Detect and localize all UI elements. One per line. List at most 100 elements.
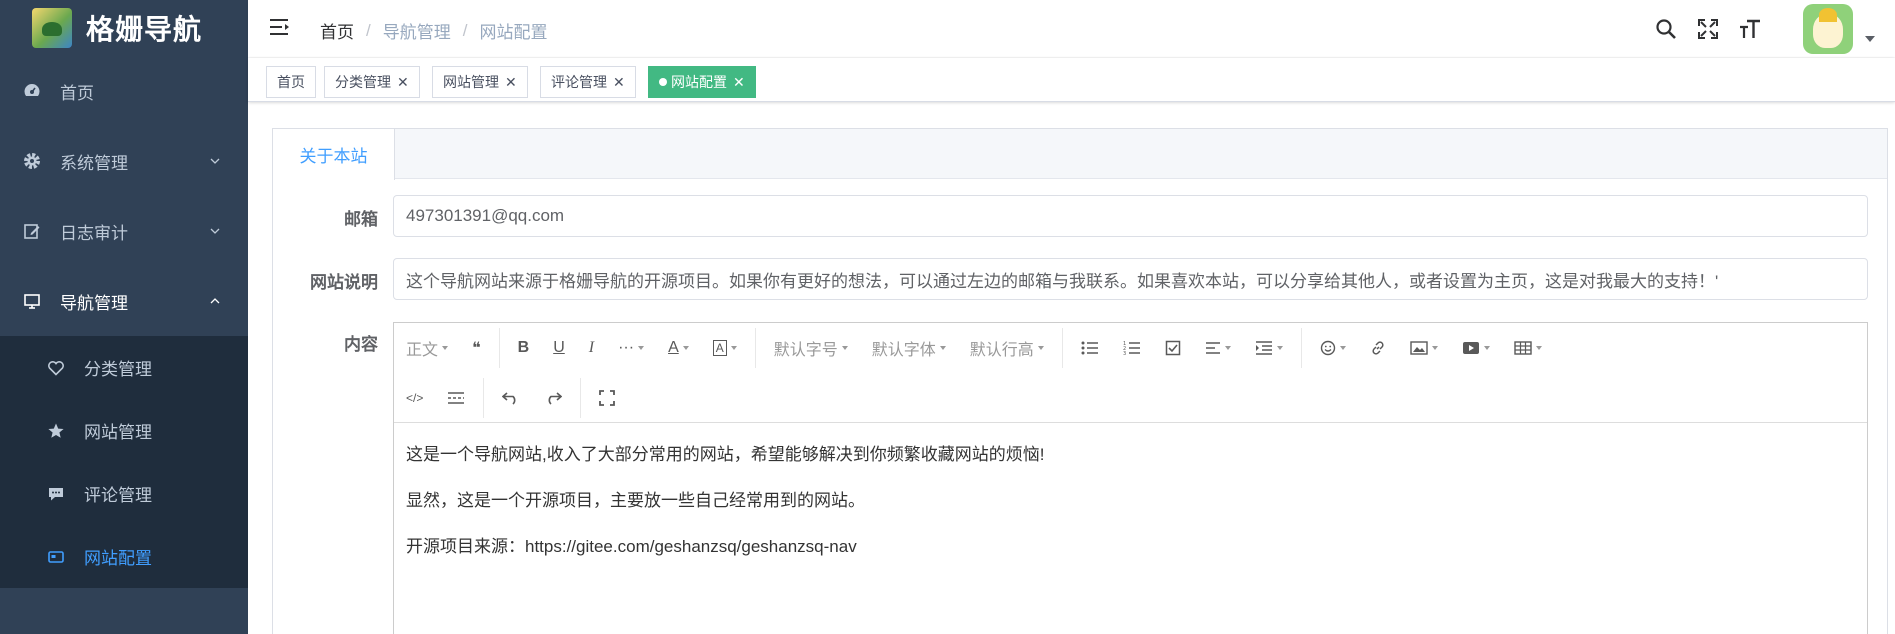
chevron-up-icon [210, 298, 220, 304]
italic-icon[interactable]: I [577, 323, 606, 373]
fullscreen-icon[interactable] [587, 373, 627, 423]
toolbar-row: 正文 ❝ B U I ··· A A 默认字号 默认字体 默认行高 123 [394, 323, 1554, 373]
editor-content[interactable]: 这是一个导航网站,收入了大部分常用的网站，希望能够解决到你频繁收藏网站的烦恼! … [394, 423, 1867, 601]
search-icon[interactable] [1653, 16, 1679, 42]
font-family-select[interactable]: 默认字体 [860, 323, 958, 373]
editor-toolbar: 正文 ❝ B U I ··· A A 默认字号 默认字体 默认行高 123 </… [394, 323, 1867, 423]
content-label: 内容 [344, 335, 378, 354]
active-dot-icon [659, 78, 667, 86]
font-size-icon[interactable] [1737, 16, 1763, 42]
breadcrumb-separator: / [366, 20, 371, 40]
dashboard-icon [22, 81, 42, 101]
font-family-label: 默认字体 [871, 342, 936, 359]
email-label: 邮箱 [344, 210, 378, 229]
logo-image [32, 8, 72, 48]
tag-site[interactable]: 网站管理 ✕ [432, 66, 528, 98]
email-field[interactable]: 497301391@qq.com [393, 195, 1868, 237]
sidebar-item-label: 系统管理 [60, 153, 128, 173]
more-icon[interactable]: ··· [606, 323, 656, 373]
desc-label: 网站说明 [310, 273, 378, 292]
breadcrumb-item: 导航管理 [382, 23, 451, 42]
tag-home[interactable]: 首页 [266, 66, 316, 98]
emoji-icon[interactable] [1308, 323, 1358, 373]
sidebar-item-label: 评论管理 [84, 486, 152, 505]
bullet-list-icon[interactable] [1069, 323, 1111, 373]
fullscreen-icon[interactable] [1695, 16, 1721, 42]
sidebar-item-site-config[interactable]: 网站配置 [0, 525, 248, 588]
close-icon[interactable]: ✕ [397, 74, 409, 91]
image-icon[interactable] [1398, 323, 1450, 373]
caret-down-icon[interactable] [1865, 35, 1875, 42]
logo[interactable]: 格姗导航 [0, 0, 248, 56]
undo-icon[interactable] [490, 373, 532, 423]
quote-icon[interactable]: ❝ [460, 323, 493, 373]
tag-label: 网站配置 [671, 74, 727, 90]
monitor-icon [22, 291, 42, 311]
sidebar-item-label: 日志审计 [60, 223, 128, 243]
star-icon [46, 421, 66, 441]
right-menu [1653, 0, 1875, 57]
tag-site-config[interactable]: 网站配置 ✕ [648, 66, 756, 98]
line-height-label: 默认行高 [969, 342, 1034, 359]
sidebar-item-log[interactable]: 日志审计 [0, 196, 248, 266]
tag-comment[interactable]: 评论管理 ✕ [540, 66, 636, 98]
paragraph-label: 正文 [406, 342, 439, 359]
sidebar-item-label: 分类管理 [84, 360, 152, 379]
background-color-icon[interactable]: A [701, 323, 749, 373]
toolbar-divider [1061, 328, 1063, 368]
sidebar-item-label: 网站管理 [84, 423, 152, 442]
rich-text-editor: 正文 ❝ B U I ··· A A 默认字号 默认字体 默认行高 123 </… [393, 322, 1868, 634]
chevron-down-icon [210, 158, 220, 164]
paragraph-select[interactable]: 正文 [394, 323, 460, 373]
font-color-icon[interactable]: A [656, 323, 701, 373]
sidebar-item-category[interactable]: 分类管理 [0, 336, 248, 399]
link-icon[interactable] [1358, 323, 1398, 373]
numbered-list-icon[interactable]: 123 [1111, 323, 1153, 373]
table-icon[interactable] [1502, 323, 1554, 373]
close-icon[interactable]: ✕ [613, 74, 625, 91]
sidebar-item-home[interactable]: 首页 [0, 56, 248, 126]
avatar[interactable] [1803, 3, 1853, 54]
sidebar-item-site[interactable]: 网站管理 [0, 399, 248, 462]
breadcrumb-item: 网站配置 [479, 23, 548, 42]
toolbar-divider [580, 378, 582, 418]
tab-about[interactable]: 关于本站 [273, 129, 395, 180]
font-size-select[interactable]: 默认字号 [762, 323, 860, 373]
breadcrumb-item[interactable]: 首页 [320, 18, 354, 43]
comment-icon [46, 484, 66, 504]
divider-line-icon[interactable] [435, 373, 477, 423]
editor-paragraph: 显然，这是一个开源项目，主要放一些自己经常用到的网站。 [406, 491, 865, 510]
todo-icon[interactable] [1153, 323, 1193, 373]
video-icon[interactable] [1450, 323, 1502, 373]
sidebar-item-label: 首页 [60, 83, 94, 103]
toolbar-divider [498, 328, 500, 368]
sidebar-item-comment[interactable]: 评论管理 [0, 462, 248, 525]
redo-icon[interactable] [532, 373, 574, 423]
editor-paragraph: 开源项目来源：https://gitee.com/geshanzsq/gesha… [406, 537, 857, 556]
tag-category[interactable]: 分类管理 ✕ [324, 66, 420, 98]
font-size-label: 默认字号 [773, 342, 838, 359]
line-height-select[interactable]: 默认行高 [958, 323, 1056, 373]
indent-icon[interactable] [1243, 323, 1295, 373]
breadcrumb-separator: / [462, 20, 468, 40]
code-icon[interactable]: </> [394, 373, 435, 423]
submenu-nav: 分类管理 网站管理 评论管理 网站配置 [0, 336, 248, 588]
editor-paragraph: 这是一个导航网站,收入了大部分常用的网站，希望能够解决到你频繁收藏网站的烦恼! [406, 445, 1045, 464]
sidebar-item-system[interactable]: 系统管理 [0, 126, 248, 196]
close-icon[interactable]: ✕ [733, 74, 745, 91]
close-icon[interactable]: ✕ [505, 74, 517, 91]
hamburger-icon[interactable] [270, 17, 292, 37]
toolbar-divider [483, 378, 485, 418]
underline-icon[interactable]: U [541, 323, 577, 373]
toolbar-divider [754, 328, 756, 368]
edit-icon [22, 221, 42, 241]
toolbar-row: </> [394, 373, 627, 423]
bold-icon[interactable]: B [506, 323, 542, 373]
description-field[interactable]: 这个导航网站来源于格姗导航的开源项目。如果你有更好的想法，可以通过左边的邮箱与我… [393, 258, 1868, 300]
sidebar: 格姗导航 首页 系统管理 日志审计 导航管理 分类管理 网站管理 评论管理 网站… [0, 0, 248, 634]
align-icon[interactable] [1193, 323, 1243, 373]
chevron-down-icon [210, 228, 220, 234]
tag-label: 分类管理 [335, 74, 391, 90]
sidebar-item-nav[interactable]: 导航管理 [0, 266, 248, 336]
sidebar-item-label: 网站配置 [84, 549, 152, 568]
